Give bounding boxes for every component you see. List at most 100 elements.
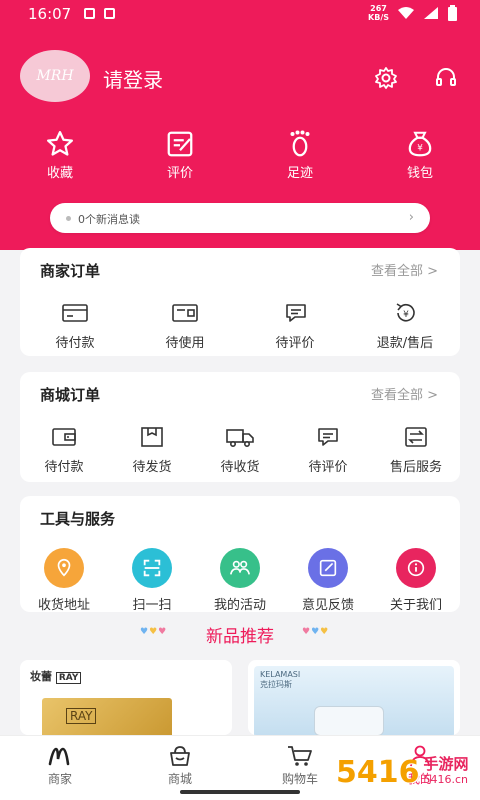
tool-label: 关于我们: [389, 598, 442, 613]
order-label: 待评价: [275, 336, 315, 351]
product-jar: [314, 706, 384, 735]
network-speed: 267 KB/S: [368, 4, 389, 22]
mall-to-review[interactable]: 待评价: [288, 424, 368, 475]
box-label: RAY: [66, 708, 97, 724]
speed-value: 267: [370, 4, 387, 13]
svg-text:¥: ¥: [417, 143, 423, 153]
message-text: 0个新消息读: [78, 213, 140, 226]
brand-name: KELAMASI: [260, 670, 301, 679]
m-logo-icon: [48, 747, 70, 766]
watermark-site: 手游网: [423, 755, 469, 773]
avatar[interactable]: MRH: [20, 50, 90, 102]
quick-favorites[interactable]: 收藏: [20, 128, 100, 181]
home-indicator: [180, 790, 300, 794]
card-title: 商家订单: [40, 262, 101, 280]
tool-label: 扫一扫: [132, 598, 172, 613]
product-brand: 妆蕾 RAY: [30, 668, 82, 684]
order-label: 退款/售后: [376, 336, 434, 351]
box-icon: [141, 427, 163, 447]
tab-merchant[interactable]: 商家: [20, 742, 100, 787]
quick-reviews[interactable]: 评价: [140, 128, 220, 181]
view-all-link[interactable]: 查看全部 >: [371, 260, 438, 279]
quick-footprints[interactable]: 足迹: [260, 128, 340, 181]
ticket-icon: [172, 304, 198, 322]
order-to-review[interactable]: 待评价: [255, 300, 335, 351]
tab-label: 商家: [47, 772, 72, 786]
quick-label: 钱包: [406, 166, 433, 181]
info-icon: [407, 559, 425, 577]
tool-scan[interactable]: 扫一扫: [112, 548, 192, 613]
watermark-domain: 5416.cn: [423, 773, 469, 786]
order-label: 待付款: [55, 336, 95, 351]
product-card[interactable]: 妆蕾 RAY RAY: [20, 660, 232, 735]
site-watermark: 5416 手游网 5416.cn: [336, 748, 476, 796]
wallet-card-icon: [52, 428, 76, 446]
watermark-logo: 5416: [336, 754, 420, 790]
merchant-orders-card: 商家订单 查看全部 > 待付款 待使用 待评价 ¥ 退款/售后: [20, 248, 460, 356]
view-all-link[interactable]: 查看全部 >: [371, 384, 438, 403]
wallet-icon: ¥: [408, 131, 432, 157]
order-to-use[interactable]: 待使用: [145, 300, 225, 351]
order-label: 待使用: [165, 336, 205, 351]
card-icon: [62, 304, 88, 322]
quick-label: 评价: [166, 166, 193, 181]
people-icon: [230, 560, 250, 575]
headset-icon[interactable]: [432, 64, 460, 92]
wifi-icon: [398, 7, 414, 19]
tool-label: 收货地址: [37, 598, 90, 613]
mall-pending-payment[interactable]: 待付款: [24, 424, 104, 475]
battery-icon: [448, 5, 457, 21]
tool-feedback[interactable]: 意见反馈: [288, 548, 368, 613]
scan-icon: [143, 559, 161, 577]
tool-address[interactable]: 收货地址: [24, 548, 104, 613]
quick-label: 足迹: [286, 166, 313, 181]
comment-icon: [318, 428, 338, 446]
location-icon: [57, 558, 71, 577]
order-refund[interactable]: ¥ 退款/售后: [365, 300, 445, 351]
message-bar[interactable]: 0个新消息读 ›: [50, 203, 430, 233]
signal-icon: [424, 7, 438, 19]
brand-sub: RAY: [55, 672, 82, 684]
speed-unit: KB/S: [368, 13, 389, 22]
quick-wallet[interactable]: ¥ 钱包: [380, 128, 460, 181]
message-dot: [66, 216, 71, 221]
product-brand: KELAMASI 克拉玛斯: [260, 670, 300, 690]
tool-label: 我的活动: [213, 598, 266, 613]
tab-mall[interactable]: 商城: [140, 742, 220, 787]
quick-label: 收藏: [46, 166, 73, 181]
mall-to-ship[interactable]: 待发货: [112, 424, 192, 475]
settings-icon[interactable]: [372, 64, 400, 92]
edit-icon: [167, 131, 193, 157]
truck-icon: [226, 429, 254, 447]
gallery-icon: [104, 8, 115, 19]
exchange-icon: [405, 427, 427, 447]
order-label: 待付款: [44, 460, 84, 475]
product-image: KELAMASI 克拉玛斯: [254, 666, 454, 735]
chevron-right-icon: ›: [408, 210, 414, 225]
section-title-new-products: 新品推荐: [206, 627, 274, 647]
order-label: 待发货: [132, 460, 172, 475]
shop-bag-icon: [170, 746, 190, 766]
product-card[interactable]: KELAMASI 克拉玛斯: [248, 660, 460, 735]
status-bar: 16:07 267 KB/S: [0, 0, 480, 28]
mall-after-sales[interactable]: 售后服务: [376, 424, 456, 475]
tab-cart[interactable]: 购物车: [260, 742, 340, 787]
tool-activities[interactable]: 我的活动: [200, 548, 280, 613]
tools-card: 工具与服务 收货地址 扫一扫 我的活动 意见反馈 关于我们: [20, 496, 460, 613]
tab-label: 购物车: [281, 772, 318, 786]
tab-label: 商城: [167, 772, 192, 786]
card-title: 工具与服务: [40, 510, 116, 528]
footprint-icon: [290, 130, 310, 157]
order-label: 待评价: [308, 460, 348, 475]
brand-sub: 克拉玛斯: [260, 680, 292, 689]
tool-label: 意见反馈: [301, 598, 354, 613]
star-icon: [47, 131, 73, 156]
order-pending-payment[interactable]: 待付款: [35, 300, 115, 351]
login-link[interactable]: 请登录: [103, 64, 163, 93]
cart-icon: [288, 746, 312, 766]
mall-orders-card: 商城订单 查看全部 > 待付款 待发货 待收货 待评价 售后服务: [20, 372, 460, 482]
notification-icon: [84, 8, 95, 19]
tool-about[interactable]: 关于我们: [376, 548, 456, 613]
mall-to-receive[interactable]: 待收货: [200, 424, 280, 475]
svg-text:¥: ¥: [403, 310, 409, 320]
